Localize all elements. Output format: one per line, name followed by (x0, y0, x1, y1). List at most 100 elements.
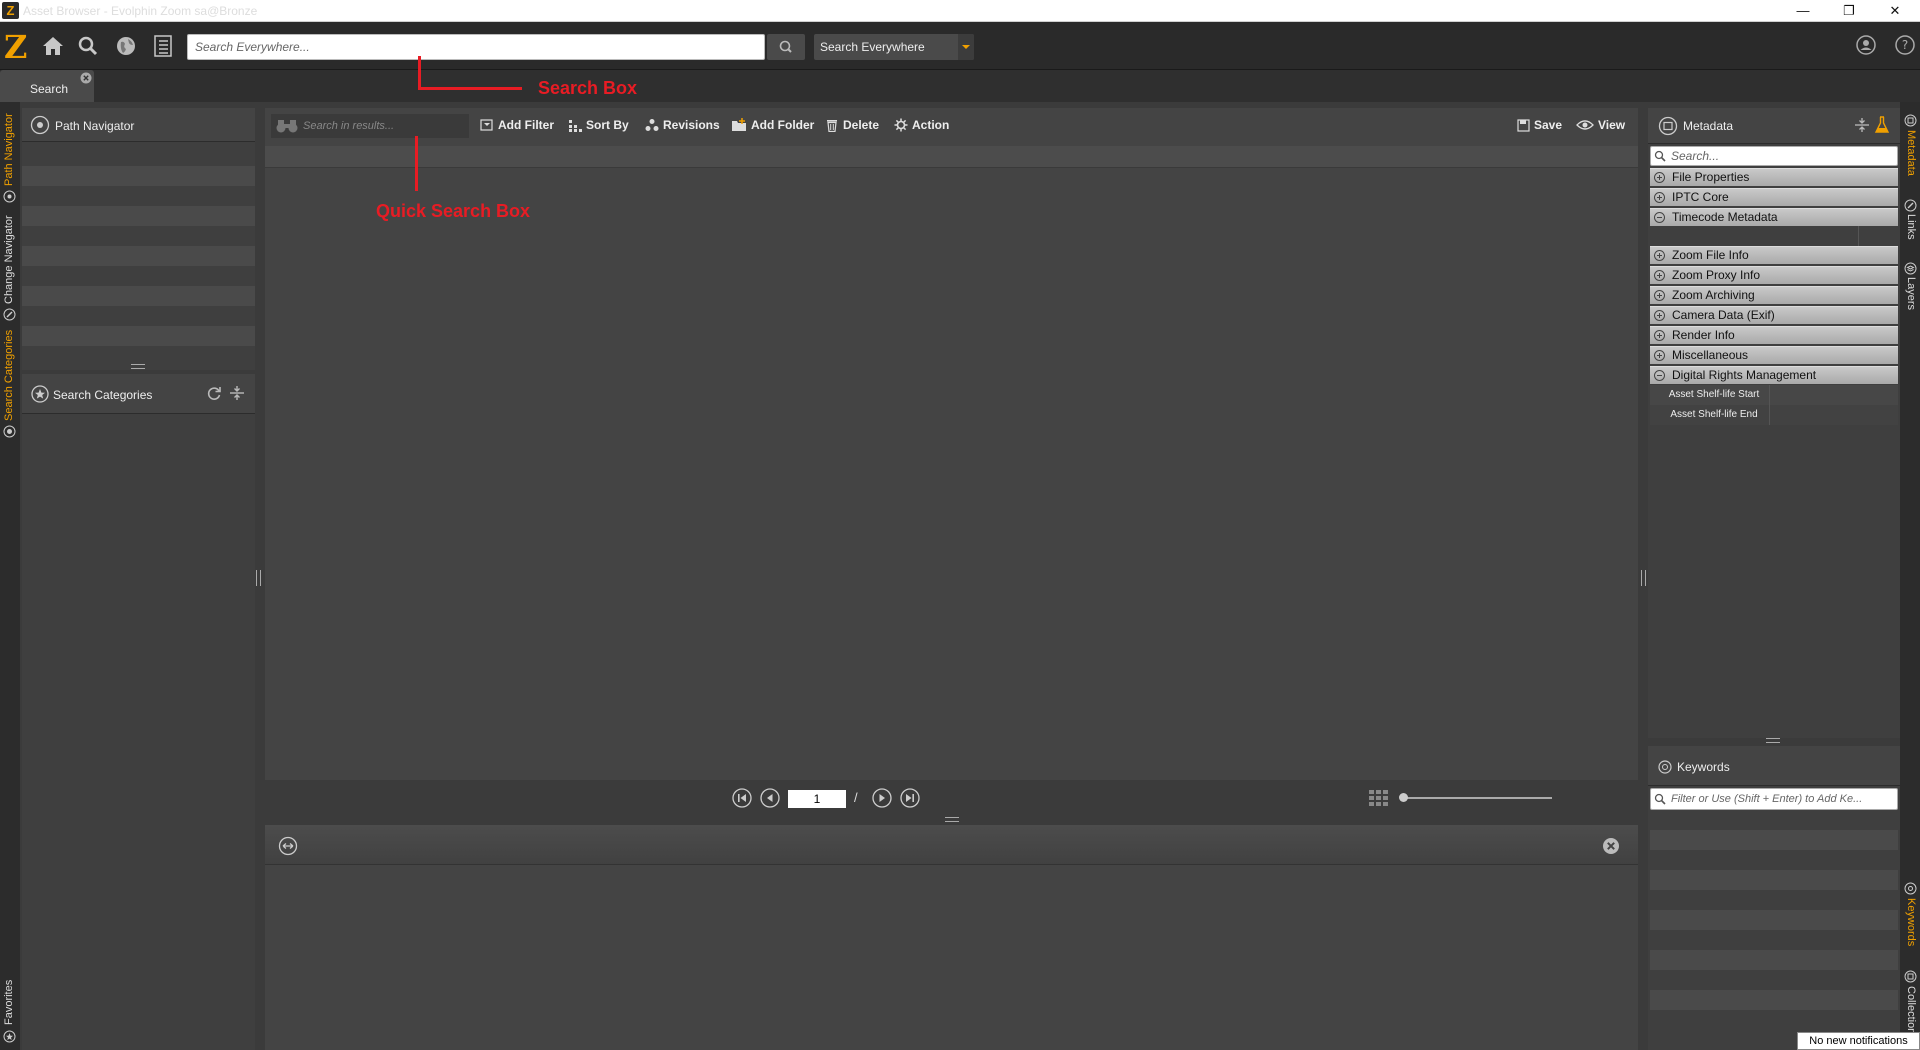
metadata-section-zoom-archiving[interactable]: Zoom Archiving (1650, 286, 1898, 304)
tree-row (22, 206, 255, 226)
view-label: View (1598, 118, 1626, 132)
eye-icon (1576, 120, 1594, 130)
metadata-section-zoom-proxy-info[interactable]: Zoom Proxy Info (1650, 266, 1898, 284)
close-icon[interactable] (80, 72, 92, 84)
section-label: Render Info (1672, 328, 1735, 342)
minimize-button[interactable]: — (1780, 0, 1826, 22)
section-label: IPTC Core (1672, 190, 1729, 204)
section-label: Zoom File Info (1672, 248, 1749, 262)
add-folder-label: Add Folder (751, 118, 815, 132)
sidetab-path-navigator[interactable]: Path Navigator (3, 113, 15, 186)
first-page-icon[interactable] (732, 788, 752, 808)
panel-resize-handle[interactable] (131, 364, 145, 369)
metadata-section-camera-data[interactable]: Camera Data (Exif) (1650, 306, 1898, 324)
sidetab-keywords[interactable]: Keywords (1905, 898, 1917, 946)
action-button[interactable]: Action (894, 108, 949, 142)
view-button[interactable]: View (1576, 108, 1625, 142)
close-window-button[interactable]: ✕ (1872, 0, 1918, 22)
tree-row (22, 166, 255, 186)
help-icon[interactable]: ? (1894, 34, 1916, 56)
zoom-slider-thumb[interactable] (1399, 793, 1408, 802)
delete-button[interactable]: Delete (825, 108, 879, 142)
panel-resize-handle[interactable] (945, 817, 959, 822)
gear-icon (894, 118, 908, 132)
window-title: Asset Browser - Evolphin Zoom sa@Bronze (23, 4, 258, 18)
save-icon (1517, 118, 1530, 132)
home-icon[interactable] (40, 33, 66, 59)
last-page-icon[interactable] (900, 788, 920, 808)
sort-by-button[interactable]: Sort By (568, 108, 629, 142)
tree-row (22, 286, 255, 306)
metadata-section-iptc-core[interactable]: IPTC Core (1650, 188, 1898, 206)
search-categories-panel (22, 374, 255, 1050)
keywords-title: Keywords (1677, 760, 1730, 774)
search-scope-select[interactable]: Search Everywhere (814, 34, 974, 60)
restore-button[interactable]: ❐ (1826, 0, 1872, 22)
revisions-icon (645, 119, 659, 131)
global-search-button[interactable] (767, 34, 805, 60)
checklist-icon[interactable] (150, 33, 176, 59)
previous-page-icon[interactable] (760, 788, 780, 808)
zoom-slider-track[interactable] (1402, 797, 1552, 799)
path-navigator-title: Path Navigator (55, 119, 135, 133)
save-search-button[interactable]: Save (1517, 108, 1562, 142)
metadata-section-zoom-file-info[interactable]: Zoom File Info (1650, 246, 1898, 264)
collapse-icon[interactable] (228, 384, 246, 402)
metadata-section-file-properties[interactable]: File Properties (1650, 168, 1898, 186)
next-page-icon[interactable] (872, 788, 892, 808)
user-icon[interactable] (1855, 34, 1877, 56)
global-search-input[interactable] (187, 34, 765, 60)
metadata-section-timecode[interactable]: Timecode Metadata (1650, 208, 1898, 226)
metadata-icon (1658, 116, 1678, 136)
right-splitter-handle[interactable] (1641, 570, 1646, 586)
expand-plus-icon (1654, 270, 1665, 281)
chevron-down-icon[interactable] (958, 34, 974, 60)
metadata-section-drm[interactable]: Digital Rights Management (1650, 366, 1898, 384)
results-area (265, 142, 1638, 780)
keyword-filter-input[interactable] (1650, 788, 1898, 810)
expand-plus-icon (1654, 290, 1665, 301)
left-splitter-handle[interactable] (256, 570, 261, 586)
zoom-logo[interactable]: Z (4, 30, 30, 64)
column-divider (1858, 226, 1859, 246)
revisions-button[interactable]: Revisions (645, 108, 720, 142)
collapse-minus-icon (1654, 370, 1665, 381)
annotation-line (415, 136, 418, 191)
sidetab-links[interactable]: Links (1905, 214, 1917, 240)
search-categories-icon (3, 425, 16, 438)
notification-toast: No new notifications (1797, 1032, 1920, 1050)
panel-resize-handle[interactable] (1766, 738, 1780, 743)
sidetab-layers[interactable]: Layers (1905, 277, 1917, 310)
sidetab-change-navigator[interactable]: Change Navigator (3, 215, 15, 304)
search-icon (1654, 793, 1666, 805)
flask-icon[interactable] (1874, 116, 1890, 134)
search-icon[interactable] (75, 33, 101, 59)
annotation-line (418, 87, 522, 90)
expand-icon[interactable] (278, 836, 298, 856)
add-filter-button[interactable]: Add Filter (480, 108, 554, 142)
add-folder-button[interactable]: Add Folder (731, 108, 814, 142)
collapse-icon[interactable] (1854, 117, 1870, 133)
section-label: Zoom Proxy Info (1672, 268, 1761, 282)
sidetab-favorites[interactable]: Favorites (3, 980, 15, 1025)
layers-icon (1904, 262, 1917, 275)
expand-plus-icon (1654, 172, 1665, 183)
binoculars-icon (275, 118, 299, 134)
quick-search-input[interactable] (271, 114, 469, 138)
sidetab-metadata[interactable]: Metadata (1905, 130, 1917, 176)
save-label: Save (1534, 118, 1563, 132)
tree-row (22, 326, 255, 346)
sidetab-search-categories[interactable]: Search Categories (3, 330, 15, 421)
refresh-icon[interactable] (205, 384, 223, 402)
collapse-minus-icon (1654, 212, 1665, 223)
results-header-row (265, 146, 1638, 168)
star-icon (31, 385, 49, 403)
close-icon[interactable] (1602, 837, 1620, 855)
grid-view-icon[interactable] (1368, 788, 1390, 808)
metadata-section-miscellaneous[interactable]: Miscellaneous (1650, 346, 1898, 364)
sort-by-label: Sort By (586, 118, 629, 132)
metadata-search-input[interactable] (1650, 146, 1898, 166)
page-number-input[interactable] (788, 790, 846, 808)
globe-icon[interactable] (113, 33, 139, 59)
metadata-section-render-info[interactable]: Render Info (1650, 326, 1898, 344)
